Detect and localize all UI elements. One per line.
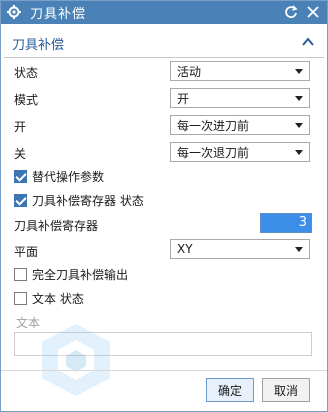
text-status-checkbox[interactable] xyxy=(14,292,27,305)
status-label: 状态 xyxy=(14,66,39,80)
ok-button[interactable]: 确定 xyxy=(206,378,254,402)
full-comp-output-checkbox-row[interactable]: 完全刀具补偿输出 xyxy=(14,266,128,283)
on-select[interactable]: 每一次进刀前 xyxy=(170,115,310,135)
comp-register-status-checkbox-row[interactable]: 刀具补偿寄存器 状态 xyxy=(14,192,144,209)
text-status-label: 文本 状态 xyxy=(32,292,84,306)
off-select[interactable]: 每一次退刀前 xyxy=(170,142,310,162)
full-comp-output-label: 完全刀具补偿输出 xyxy=(32,268,129,282)
full-comp-output-checkbox[interactable] xyxy=(14,268,27,281)
plane-value: XY xyxy=(177,242,193,256)
status-select[interactable]: 活动 xyxy=(170,61,310,81)
register-label: 刀具补偿寄存器 xyxy=(14,219,99,233)
dropdown-arrow-icon xyxy=(295,96,303,101)
dropdown-arrow-icon xyxy=(295,150,303,155)
comp-register-status-label: 刀具补偿寄存器 状态 xyxy=(32,194,144,208)
close-icon[interactable] xyxy=(304,3,322,21)
group-title: 刀具补偿 xyxy=(12,37,65,53)
cancel-button[interactable]: 取消 xyxy=(262,378,310,402)
group-header[interactable]: 刀具补偿 xyxy=(4,30,324,56)
footer-divider xyxy=(0,370,328,371)
status-value: 活动 xyxy=(177,64,202,79)
mode-label: 模式 xyxy=(14,93,39,107)
reset-icon[interactable] xyxy=(282,3,300,21)
off-value: 每一次退刀前 xyxy=(177,145,250,160)
register-number-input[interactable]: 3 xyxy=(260,213,312,233)
window-title: 刀具补偿 xyxy=(30,6,87,22)
text-status-checkbox-row[interactable]: 文本 状态 xyxy=(14,290,84,307)
dropdown-arrow-icon xyxy=(295,69,303,74)
group-divider xyxy=(4,57,324,58)
dropdown-arrow-icon xyxy=(295,247,303,252)
plane-select[interactable]: XY xyxy=(170,239,310,259)
window-titlebar: 刀具补偿 xyxy=(0,0,328,24)
watermark-logo xyxy=(36,320,116,400)
on-value: 每一次进刀前 xyxy=(177,118,250,133)
dropdown-arrow-icon xyxy=(295,123,303,128)
on-label: 开 xyxy=(14,120,27,134)
alt-params-checkbox-row[interactable]: 替代操作参数 xyxy=(14,168,104,185)
comp-register-status-checkbox[interactable] xyxy=(14,194,27,207)
mode-value: 开 xyxy=(177,91,190,106)
off-label: 关 xyxy=(14,147,27,161)
mode-select[interactable]: 开 xyxy=(170,88,310,108)
plane-label: 平面 xyxy=(14,245,39,259)
alt-params-checkbox[interactable] xyxy=(14,170,27,183)
gear-icon[interactable] xyxy=(6,4,22,20)
collapse-chevron-icon[interactable] xyxy=(300,34,316,50)
alt-params-label: 替代操作参数 xyxy=(32,170,105,184)
